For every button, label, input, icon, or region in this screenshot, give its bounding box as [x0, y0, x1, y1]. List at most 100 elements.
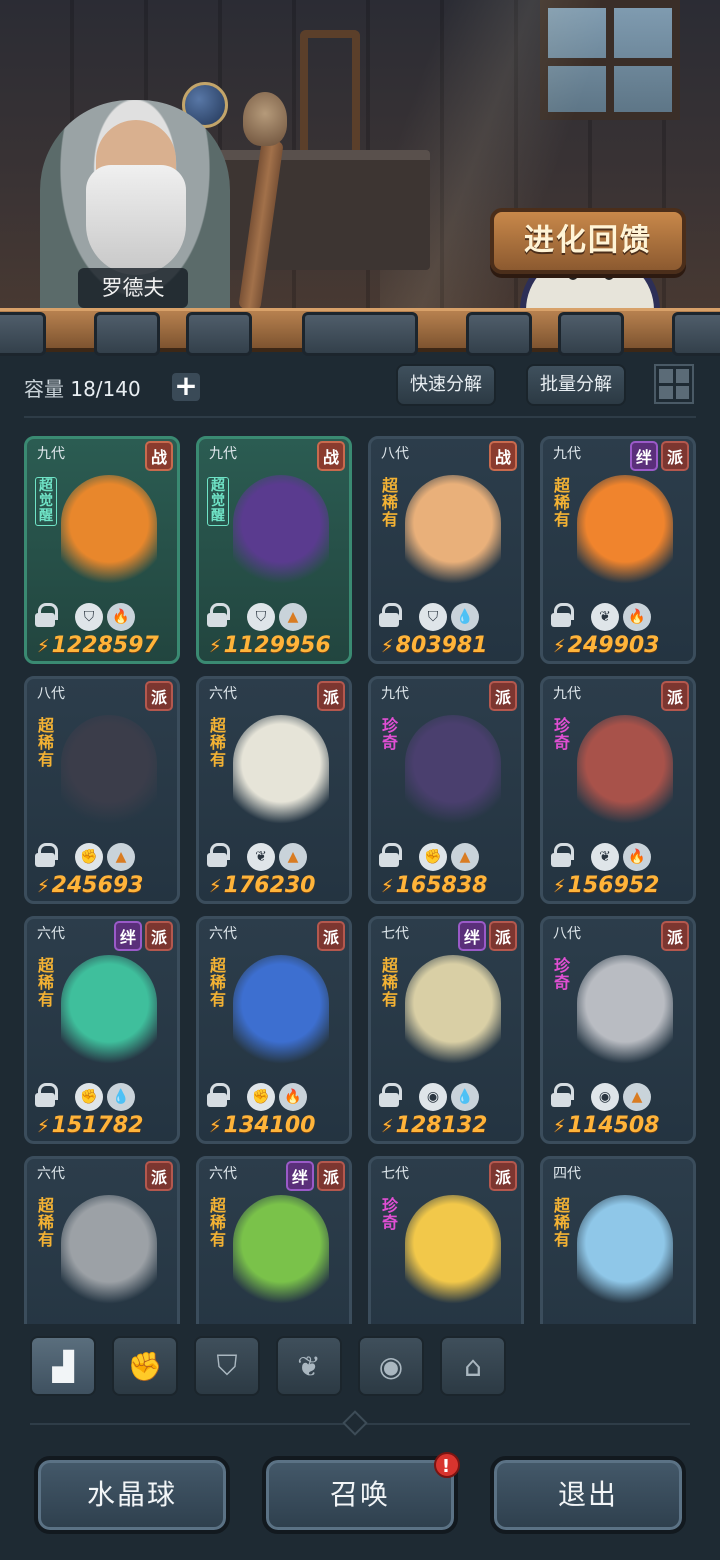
trait-icons: ⛉ ▲ — [247, 603, 307, 631]
generation-label: 六代 — [209, 686, 237, 702]
npc-name-label: 罗德夫 — [78, 268, 188, 308]
expand-capacity-button[interactable]: + — [172, 372, 200, 401]
monster-portrait — [577, 715, 673, 835]
lock-icon[interactable] — [205, 1083, 230, 1109]
power-value: ⚡114508 — [553, 1113, 660, 1138]
power-icon: ⚡ — [209, 1116, 222, 1137]
power-number: 1129956 — [223, 633, 331, 658]
earth-icon: ▲ — [279, 603, 307, 631]
filter-tab-alien[interactable]: ◉ — [358, 1336, 424, 1396]
type-tag: 战 — [145, 441, 173, 471]
trait-icons: ⛉ 💧 — [419, 603, 479, 631]
generation-label: 九代 — [381, 686, 409, 702]
batch-decompose-button[interactable]: 批量分解 — [526, 364, 626, 406]
power-value: ⚡156952 — [553, 873, 660, 898]
rarity-label: 超稀有 — [209, 956, 226, 1009]
generation-label: 九代 — [209, 446, 237, 462]
type-tag: 派 — [489, 681, 517, 711]
monster-card[interactable]: 八代派超稀有 ✊ ▲ ⚡245693 — [24, 676, 180, 904]
rarity-label: 超稀有 — [37, 716, 54, 769]
power-value: ⚡1129956 — [209, 633, 331, 658]
filter-tab-leaf[interactable]: ❦ — [276, 1336, 342, 1396]
filter-tab-shield[interactable]: ⛉ — [194, 1336, 260, 1396]
monster-card[interactable]: 九代战超觉醒 ⛉ ▲ ⚡1129956 — [196, 436, 352, 664]
rarity-label: 超稀有 — [37, 1196, 54, 1249]
generation-label: 七代 — [381, 1166, 409, 1182]
elder-beard — [86, 165, 186, 275]
lock-icon[interactable] — [33, 603, 58, 629]
rarity-label: 超稀有 — [381, 956, 398, 1009]
monster-card[interactable]: 七代 派珍奇 — [368, 1156, 524, 1324]
type-tag: 派 — [489, 1161, 517, 1191]
summon-button[interactable]: 召唤 ! — [262, 1452, 460, 1534]
card-tags: 派 — [489, 681, 517, 711]
rarity-label: 珍奇 — [381, 716, 398, 752]
card-tags: 派 — [661, 921, 689, 951]
monster-card[interactable]: 六代绊派超稀有 ✊ 💧 ⚡151782 — [24, 916, 180, 1144]
lock-icon[interactable] — [33, 1083, 58, 1109]
generation-label: 六代 — [37, 926, 65, 942]
monster-portrait — [405, 715, 501, 835]
rarity-label: 超稀有 — [553, 1196, 570, 1249]
fist-icon: ✊ — [75, 1083, 103, 1111]
monster-card-grid: 九代战超觉醒 ⛉ 🔥 ⚡1228597 九代战超觉醒 ⛉ ▲ ⚡1129956 八代战超稀有 ⛉ 💧… — [24, 436, 696, 1324]
rarity-label: 超觉醒 — [207, 477, 229, 526]
lock-icon[interactable] — [549, 843, 574, 869]
trait-icons: ✊ ▲ — [75, 843, 135, 871]
shield-icon: ⛉ — [247, 603, 275, 631]
lock-icon[interactable] — [377, 843, 402, 869]
card-tags: 派 — [489, 1161, 517, 1191]
monster-card[interactable]: 九代绊派超稀有 ❦ 🔥 ⚡249903 — [540, 436, 696, 664]
alien-icon: ◉ — [378, 1349, 404, 1383]
filter-tab-fist[interactable]: ✊ — [112, 1336, 178, 1396]
type-tag: 派 — [661, 921, 689, 951]
leaf-icon: ❦ — [591, 843, 619, 871]
lock-icon[interactable] — [205, 603, 230, 629]
evolve-feedback-button[interactable]: 进化回馈 — [490, 208, 686, 274]
trait-icons: ✊ ▲ — [419, 843, 479, 871]
leaf-icon: ❦ — [297, 1349, 321, 1383]
lock-icon[interactable] — [377, 1083, 402, 1109]
power-value: ⚡176230 — [209, 873, 316, 898]
generation-label: 九代 — [553, 686, 581, 702]
card-tags: 绊派 — [458, 921, 517, 951]
monster-card[interactable]: 八代战超稀有 ⛉ 💧 ⚡803981 — [368, 436, 524, 664]
crystal-ball-button[interactable]: 水晶球 — [34, 1456, 230, 1534]
trait-icons: ❦ 🔥 — [591, 603, 651, 631]
trait-icons: ❦ 🔥 — [591, 843, 651, 871]
trait-icons: ❦ ▲ — [247, 843, 307, 871]
rail-stone — [186, 312, 252, 356]
filter-tab-building[interactable]: ⌂ — [440, 1336, 506, 1396]
monster-card[interactable]: 四代 超稀有 — [540, 1156, 696, 1324]
grid-view-icon[interactable] — [654, 364, 694, 404]
monster-portrait — [61, 475, 157, 595]
monster-card[interactable]: 六代 绊派超稀有 — [196, 1156, 352, 1324]
card-tags: 派 — [317, 681, 345, 711]
monster-portrait — [405, 475, 501, 595]
monster-card[interactable]: 六代派超稀有 ✊ 🔥 ⚡134100 — [196, 916, 352, 1144]
rail-stone — [0, 312, 46, 356]
filter-tab-all[interactable]: ▟ — [30, 1336, 96, 1396]
power-value: ⚡134100 — [209, 1113, 316, 1138]
shield-icon: ⛉ — [419, 603, 447, 631]
lock-icon[interactable] — [549, 603, 574, 629]
lock-icon[interactable] — [33, 843, 58, 869]
generation-label: 七代 — [381, 926, 409, 942]
monster-card[interactable]: 九代派珍奇 ❦ 🔥 ⚡156952 — [540, 676, 696, 904]
monster-card[interactable]: 六代派超稀有 ❦ ▲ ⚡176230 — [196, 676, 352, 904]
monster-card[interactable]: 七代绊派超稀有 ◉ 💧 ⚡128132 — [368, 916, 524, 1144]
lock-icon[interactable] — [205, 843, 230, 869]
power-value: ⚡165838 — [381, 873, 488, 898]
all-icon: ▟ — [52, 1349, 74, 1383]
lock-icon[interactable] — [549, 1083, 574, 1109]
quick-decompose-button[interactable]: 快速分解 — [396, 364, 496, 406]
monster-portrait — [61, 715, 157, 835]
monster-card[interactable]: 六代 派超稀有 — [24, 1156, 180, 1324]
alien-icon: ◉ — [419, 1083, 447, 1111]
monster-card[interactable]: 九代战超觉醒 ⛉ 🔥 ⚡1228597 — [24, 436, 180, 664]
monster-card[interactable]: 八代派珍奇 ◉ ▲ ⚡114508 — [540, 916, 696, 1144]
monster-card[interactable]: 九代 派珍奇 ✊ ▲ ⚡165838 — [368, 676, 524, 904]
power-number: 151782 — [51, 1113, 144, 1138]
exit-button[interactable]: 退出 — [490, 1456, 686, 1534]
lock-icon[interactable] — [377, 603, 402, 629]
